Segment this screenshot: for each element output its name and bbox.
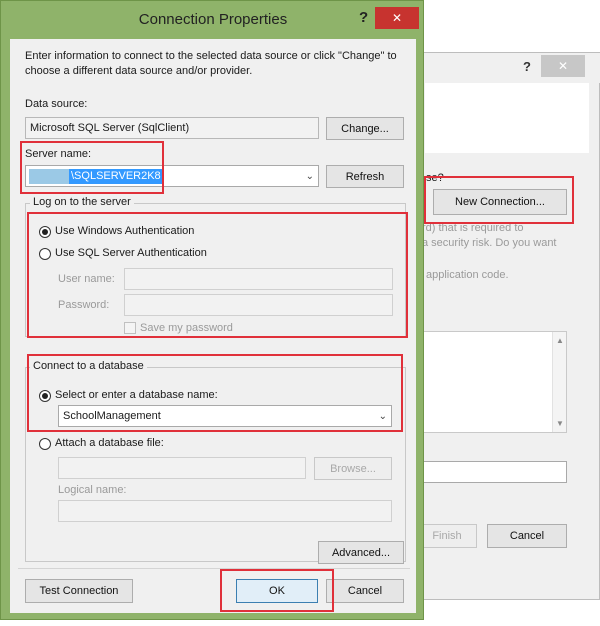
refresh-button[interactable]: Refresh <box>326 165 404 188</box>
background-close-icon[interactable]: ✕ <box>541 55 585 77</box>
background-white-panel <box>425 83 589 153</box>
logon-group-title: Log on to the server <box>30 196 134 208</box>
attach-database-input[interactable] <box>58 457 306 479</box>
cancel-button[interactable]: Cancel <box>326 579 404 603</box>
advanced-button[interactable]: Advanced... <box>318 541 404 564</box>
highlight-logon <box>27 212 408 338</box>
background-help-icon[interactable]: ? <box>523 59 531 74</box>
chevron-down-icon[interactable]: ⌄ <box>306 166 314 186</box>
background-text-line2: a security risk. Do you want <box>422 237 557 249</box>
background-dialog: ? ✕ se? New Connection... rd) that is re… <box>417 52 600 600</box>
highlight-ok <box>220 569 334 612</box>
change-button[interactable]: Change... <box>326 117 404 140</box>
highlight-connect-database <box>27 354 403 432</box>
background-close-glyph: ✕ <box>557 59 569 73</box>
browse-button[interactable]: Browse... <box>314 457 392 480</box>
highlight-server-name <box>20 141 164 194</box>
background-scrollbar[interactable]: ▲ ▼ <box>552 332 566 432</box>
data-source-field: Microsoft SQL Server (SqlClient) <box>25 117 319 139</box>
finish-button[interactable]: Finish <box>417 524 477 548</box>
scroll-up-icon[interactable]: ▲ <box>556 336 564 345</box>
close-icon: ✕ <box>391 11 403 25</box>
background-cancel-button[interactable]: Cancel <box>487 524 567 548</box>
logical-name-input[interactable] <box>58 500 392 522</box>
highlight-new-connection <box>424 176 574 224</box>
intro-text: Enter information to connect to the sele… <box>25 50 397 77</box>
background-text-line3: application code. <box>426 269 509 281</box>
data-source-label: Data source: <box>25 98 88 110</box>
background-text-input[interactable] <box>417 461 567 483</box>
attach-database-label[interactable]: Attach a database file: <box>55 437 164 449</box>
scroll-down-icon[interactable]: ▼ <box>556 419 564 428</box>
footer-separator <box>18 568 410 569</box>
attach-database-radio[interactable] <box>39 438 51 450</box>
logical-name-label: Logical name: <box>58 484 127 496</box>
background-connection-string-box[interactable]: ▲ ▼ <box>417 331 567 433</box>
close-button[interactable]: ✕ <box>375 7 419 29</box>
test-connection-button[interactable]: Test Connection <box>25 579 133 603</box>
help-icon[interactable]: ? <box>359 9 368 26</box>
